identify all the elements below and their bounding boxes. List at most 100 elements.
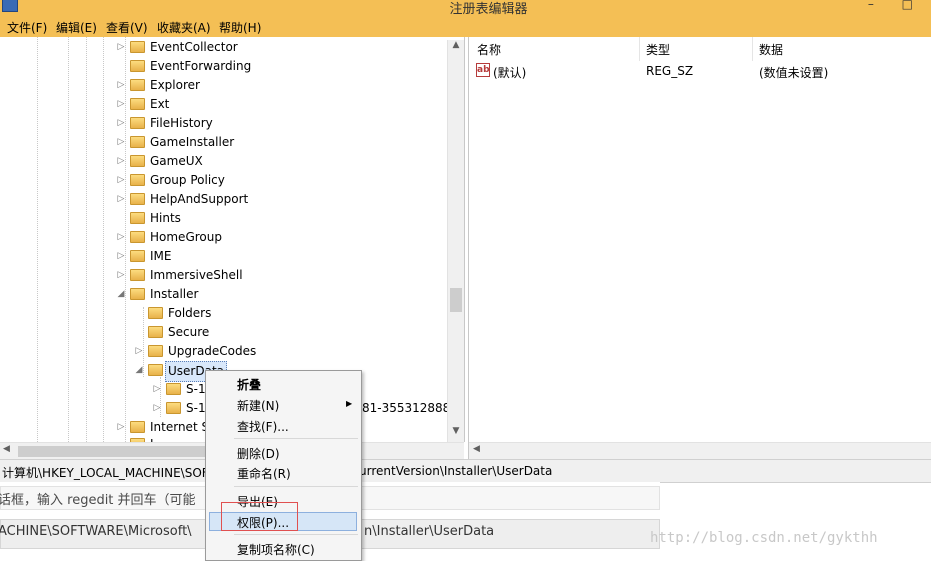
folder-icon — [130, 117, 145, 129]
tree-node-label: HelpAndSupport — [150, 192, 249, 206]
tree-node-label: I — [150, 435, 154, 442]
folder-icon — [130, 421, 145, 433]
folder-icon — [130, 41, 145, 53]
tree-node-label: FileHistory — [150, 116, 213, 130]
menu-view[interactable]: 查看(V) — [106, 19, 148, 36]
menu-file[interactable]: 文件(F) — [7, 19, 47, 36]
tree-node-label: Hints — [150, 211, 181, 225]
folder-icon — [130, 269, 145, 281]
background-text-line1: 话框，输入 regedit 并回车（可能 — [0, 493, 196, 508]
scroll-up-arrow-icon[interactable]: ▲ — [448, 40, 464, 50]
folder-icon — [148, 307, 163, 319]
menu-item-collapse[interactable]: 折叠 — [237, 376, 261, 393]
collapse-arrow-icon[interactable]: ◢ — [116, 285, 126, 304]
folder-icon — [130, 231, 145, 243]
expand-arrow-icon[interactable]: ▷ — [116, 190, 126, 209]
menu-bar: 文件(F) 编辑(E) 查看(V) 收藏夹(A) 帮助(H) — [0, 17, 931, 37]
tree-node-label: EventCollector — [150, 40, 238, 54]
scroll-left-arrow-icon[interactable]: ◀ — [473, 444, 480, 454]
folder-icon — [148, 326, 163, 338]
tree-node-label: ImmersiveShell — [150, 268, 243, 282]
menu-item-find[interactable]: 查找(F)... — [237, 418, 289, 435]
menu-help[interactable]: 帮助(H) — [219, 19, 261, 36]
status-path-right: urrentVersion\Installer\UserData — [359, 464, 553, 478]
menu-edit[interactable]: 编辑(E) — [56, 19, 97, 36]
tree-node-label: Ext — [150, 97, 170, 111]
annotation-red-box — [221, 502, 298, 531]
expand-arrow-icon[interactable]: ▷ — [116, 95, 126, 114]
value-data: (数值未设置) — [759, 66, 829, 80]
tree-node-label: IME — [150, 249, 172, 263]
expand-arrow-icon[interactable]: ▷ — [116, 38, 126, 57]
scrollbar-thumb[interactable] — [18, 446, 208, 457]
expand-arrow-icon[interactable]: ▷ — [116, 247, 126, 266]
folder-icon — [166, 402, 181, 414]
folder-icon — [166, 383, 181, 395]
folder-icon — [130, 193, 145, 205]
expand-arrow-icon[interactable]: ▷ — [116, 114, 126, 133]
folder-icon — [130, 288, 145, 300]
tree-node-label: S-1 — [186, 382, 206, 396]
expand-arrow-icon[interactable]: ▷ — [116, 133, 126, 152]
watermark: http://blog.csdn.net/gykthh — [650, 530, 878, 546]
folder-icon — [130, 155, 145, 167]
folder-icon — [130, 79, 145, 91]
tree-node-label: S-1 — [186, 401, 206, 415]
background-text-line2-right: n\Installer\UserData — [364, 524, 495, 539]
menu-item-copy-key-name[interactable]: 复制项名称(C) — [237, 541, 315, 558]
registry-values-pane: 名称 类型 数据 ab (默认) REG_SZ (数值未设置) ◀ — [468, 37, 931, 460]
status-path-left: 计算机\HKEY_LOCAL_MACHINE\SOFT — [2, 466, 216, 480]
folder-icon — [130, 250, 145, 262]
tree-vertical-scrollbar[interactable]: ▲ ▼ — [447, 40, 464, 442]
folder-icon — [148, 345, 163, 357]
folder-icon — [130, 174, 145, 186]
tree-node-label: Secure — [168, 325, 210, 339]
tree-node-label: Internet S — [150, 420, 210, 434]
value-type: REG_SZ — [646, 64, 694, 78]
folder-icon — [148, 364, 163, 376]
menu-item-new[interactable]: 新建(N) — [237, 397, 279, 414]
expand-arrow-icon[interactable]: ▷ — [116, 76, 126, 95]
column-header-type[interactable]: 类型 — [646, 41, 670, 58]
values-horizontal-scrollbar[interactable]: ◀ — [469, 442, 931, 460]
expand-arrow-icon[interactable]: ▷ — [116, 418, 126, 437]
expand-arrow-icon[interactable]: ▷ — [116, 228, 126, 247]
value-name[interactable]: (默认) — [493, 64, 526, 81]
expand-arrow-icon[interactable]: ▷ — [116, 152, 126, 171]
expand-arrow-icon[interactable]: ▷ — [152, 380, 162, 399]
expand-arrow-icon[interactable]: ▷ — [116, 266, 126, 285]
status-bar: 计算机\HKEY_LOCAL_MACHINE\SOFT urrentVersio… — [0, 459, 931, 483]
submenu-arrow-icon: ▶ — [346, 399, 353, 408]
folder-icon — [130, 212, 145, 224]
background-text-line2: ACHINE\SOFTWARE\Microsoft\ — [0, 524, 192, 539]
tree-node-label: GameInstaller — [150, 135, 235, 149]
menu-item-rename[interactable]: 重命名(R) — [237, 465, 291, 482]
tree-node-label: UpgradeCodes — [168, 344, 257, 358]
scroll-left-arrow-icon[interactable]: ◀ — [3, 444, 10, 454]
folder-icon — [130, 136, 145, 148]
tree-node-label: HomeGroup — [150, 230, 222, 244]
collapse-arrow-icon[interactable]: ◢ — [134, 361, 144, 380]
expand-arrow-icon[interactable]: ▷ — [152, 399, 162, 418]
scroll-down-arrow-icon[interactable]: ▼ — [448, 426, 464, 436]
scrollbar-thumb[interactable] — [450, 288, 462, 312]
title-bar: 注册表编辑器 – □ — [0, 0, 931, 17]
tree-node-label: Folders — [168, 306, 212, 320]
menu-favorites[interactable]: 收藏夹(A) — [157, 19, 211, 36]
tree-node-label: Installer — [150, 287, 199, 301]
context-menu: 折叠 新建(N) ▶ 查找(F)... 删除(D) 重命名(R) 导出(E) 权… — [205, 370, 362, 561]
window-controls[interactable]: – □ — [868, 0, 925, 11]
tree-node-label: Group Policy — [150, 173, 225, 187]
tree-node-label: EventForwarding — [150, 59, 252, 73]
tree-node-label: GameUX — [150, 154, 203, 168]
column-header-name[interactable]: 名称 — [477, 41, 501, 58]
menu-item-delete[interactable]: 删除(D) — [237, 445, 280, 462]
string-value-icon: ab — [476, 63, 490, 77]
tree-node-label: Explorer — [150, 78, 200, 92]
column-header-data[interactable]: 数据 — [759, 41, 783, 58]
expand-arrow-icon[interactable]: ▷ — [134, 342, 144, 361]
folder-icon — [130, 60, 145, 72]
expand-arrow-icon[interactable]: ▷ — [116, 171, 126, 190]
folder-icon — [130, 98, 145, 110]
window-title: 注册表编辑器 — [449, 2, 528, 17]
